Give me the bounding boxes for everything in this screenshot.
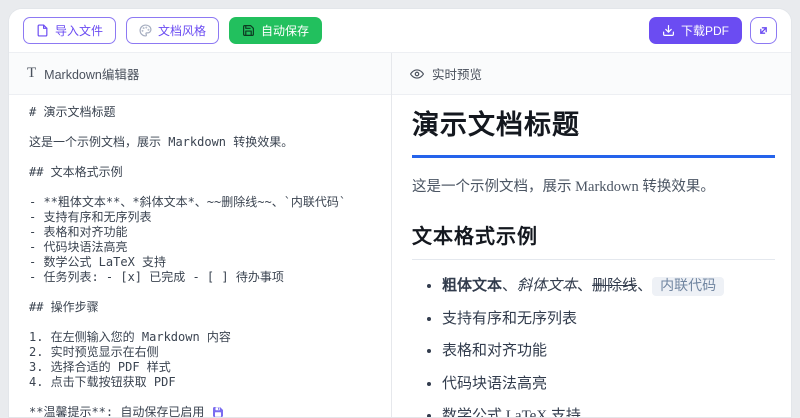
autosave-label: 自动保存 <box>261 25 309 37</box>
separator: 、 <box>502 278 517 294</box>
text-T-icon: T <box>27 66 36 81</box>
doc-style-button[interactable]: 文档风格 <box>126 17 219 44</box>
separator: 、 <box>637 278 652 294</box>
preview-title: 演示文档标题 <box>412 103 775 158</box>
markdown-source-input[interactable]: # 演示文档标题 这是一个示例文档，展示 Markdown 转换效果。 ## 文… <box>9 95 391 417</box>
eye-icon <box>410 67 424 81</box>
format-list-item: 支持有序和无序列表 <box>442 307 775 328</box>
file-icon <box>36 24 49 37</box>
preview-panel: 实时预览 演示文档标题 这是一个示例文档，展示 Markdown 转换效果。 文… <box>392 53 791 417</box>
doc-style-label: 文档风格 <box>158 25 206 37</box>
format-list: 粗体文本、斜体文本、删除线、内联代码 支持有序和无序列表 表格和对齐功能 代码块… <box>412 274 775 417</box>
separator: 、 <box>577 278 592 294</box>
download-pdf-button[interactable]: 下载PDF <box>649 17 742 44</box>
format-list-item-rich: 粗体文本、斜体文本、删除线、内联代码 <box>442 274 775 295</box>
format-list-item: 数学公式 LaTeX 支持 <box>442 404 775 417</box>
palette-icon <box>139 24 152 37</box>
inline-code-sample: 内联代码 <box>652 277 724 296</box>
download-icon <box>662 24 675 37</box>
import-file-label: 导入文件 <box>55 25 103 37</box>
split-view: T Markdown编辑器 # 演示文档标题 这是一个示例文档，展示 Markd… <box>9 53 791 417</box>
expand-button[interactable] <box>750 17 777 44</box>
preview-intro: 这是一个示例文档，展示 Markdown 转换效果。 <box>412 175 775 196</box>
download-pdf-label: 下载PDF <box>681 25 729 37</box>
autosave-button[interactable]: 自动保存 <box>229 17 322 44</box>
editor-panel: T Markdown编辑器 # 演示文档标题 这是一个示例文档，展示 Markd… <box>9 53 392 417</box>
import-file-button[interactable]: 导入文件 <box>23 17 116 44</box>
italic-sample: 斜体文本 <box>517 278 577 294</box>
editor-body: # 演示文档标题 这是一个示例文档，展示 Markdown 转换效果。 ## 文… <box>9 95 391 417</box>
markdown-source-text: # 演示文档标题 这是一个示例文档，展示 Markdown 转换效果。 ## 文… <box>29 105 346 417</box>
editor-panel-title: Markdown编辑器 <box>44 64 139 83</box>
toolbar: 导入文件 文档风格 自动保存 <box>9 9 791 53</box>
floppy-icon <box>242 24 255 37</box>
expand-arrows-icon <box>757 24 770 37</box>
preview-document: 演示文档标题 这是一个示例文档，展示 Markdown 转换效果。 文本格式示例… <box>392 95 791 417</box>
preview-section-formats: 文本格式示例 <box>412 220 775 260</box>
preview-panel-header: 实时预览 <box>392 53 791 95</box>
preview-panel-title: 实时预览 <box>432 64 482 83</box>
editor-panel-header: T Markdown编辑器 <box>9 53 391 95</box>
strikethrough-sample: 删除线 <box>592 278 637 294</box>
app-card: 导入文件 文档风格 自动保存 <box>8 8 792 418</box>
format-list-item: 代码块语法高亮 <box>442 372 775 393</box>
format-list-item: 表格和对齐功能 <box>442 339 775 360</box>
bold-sample: 粗体文本 <box>442 278 502 294</box>
